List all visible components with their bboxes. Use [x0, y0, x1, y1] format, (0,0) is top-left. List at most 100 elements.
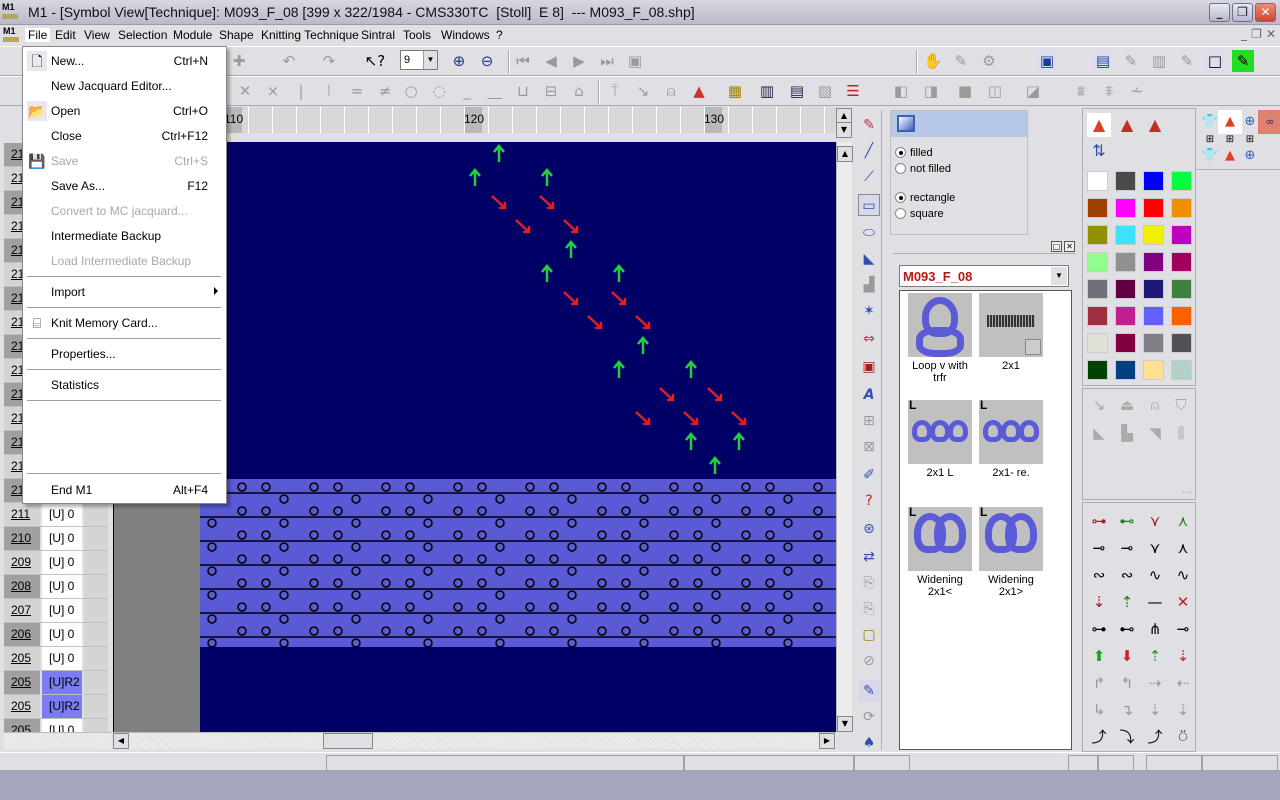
mdi-close-button[interactable]: ✕ — [1266, 27, 1276, 41]
stitch-symbol-icon[interactable]: ↰ — [1115, 671, 1139, 695]
next-icon[interactable]: ▶ — [568, 50, 590, 72]
tool-a-icon[interactable]: ◣ — [1087, 421, 1111, 445]
stitch-symbol-icon[interactable]: ⇣ — [1171, 644, 1195, 668]
menu-item-new[interactable]: 🗋 New... Ctrl+N — [23, 49, 226, 73]
row-grid-row[interactable]: 205 [U] 0 — [4, 647, 108, 671]
color-swatch[interactable] — [1143, 171, 1164, 191]
first-icon[interactable]: ⏮ — [512, 50, 534, 72]
color-swatch[interactable] — [1171, 171, 1192, 191]
row-grid-row[interactable]: 211 [U] 0 — [4, 503, 108, 527]
shirt-outline-icon[interactable]: ⛉ — [1169, 393, 1193, 417]
module-library-select[interactable]: M093_F_08 ▼ — [899, 265, 1069, 287]
stitch-symbol-icon[interactable]: — — [1143, 590, 1167, 614]
stitch-symbol-icon[interactable]: ⬇ — [1115, 644, 1139, 668]
row-value[interactable]: [U] 0 — [42, 527, 82, 550]
stitch-symbol-icon[interactable]: ⊸ — [1115, 536, 1139, 560]
menu-item-close[interactable]: Close Ctrl+F12 — [23, 124, 226, 148]
mirror-icon[interactable]: ⇔ — [858, 328, 880, 350]
cat-icon[interactable]: ♠ — [858, 732, 880, 754]
vertical-line-icon[interactable]: | — [290, 80, 312, 102]
mdi-restore-button[interactable]: ❐ — [1251, 27, 1262, 41]
stitch-symbol-icon[interactable]: ⇣ — [1143, 698, 1167, 722]
color-swatch[interactable] — [1171, 225, 1192, 245]
ellipse-icon[interactable]: ⬭ — [858, 222, 880, 244]
ruler-scroll-down[interactable]: ▼ — [836, 122, 852, 138]
pick-color-icon[interactable]: ✐ — [858, 464, 880, 486]
color-swatch[interactable] — [1115, 171, 1136, 191]
row-value[interactable]: [U] 0 — [42, 599, 82, 622]
color-swatch[interactable] — [1143, 333, 1164, 353]
color-swatch[interactable] — [1143, 252, 1164, 272]
color-bucket-icon[interactable]: ▲ — [688, 80, 710, 102]
stitch-symbol-icon[interactable]: ∿ — [1171, 563, 1195, 587]
machine-3-icon[interactable]: ⩪ — [1126, 80, 1148, 102]
stitch-symbol-icon[interactable]: ⋏ — [1171, 536, 1195, 560]
menu-shape[interactable]: Shape — [216, 28, 257, 42]
rectangle-icon[interactable]: ▭ — [858, 194, 880, 216]
stitch-symbol-icon[interactable]: ⊷ — [1115, 509, 1139, 533]
more-icon[interactable]: … — [1175, 479, 1199, 503]
horizontal-scrollbar[interactable]: ◀ ▶ — [113, 732, 836, 749]
stitch-symbol-icon[interactable]: ✕ — [1171, 590, 1195, 614]
layer-stitch-icon[interactable]: ▤ — [1092, 50, 1114, 72]
color-swatch[interactable] — [1171, 306, 1192, 326]
color-swatch[interactable] — [1143, 360, 1164, 380]
stitch-symbol-icon[interactable]: ∿ — [1143, 563, 1167, 587]
color-swatch[interactable] — [1087, 360, 1108, 380]
row-extra-cell[interactable] — [84, 623, 108, 646]
stitch-symbol-icon[interactable]: ⊸ — [1171, 617, 1195, 641]
module-item[interactable]: L 2x1 L — [905, 400, 975, 479]
color-swatch[interactable] — [1171, 360, 1192, 380]
selection-draw-icon[interactable]: ✎ — [858, 680, 880, 702]
row-grid-row[interactable]: 209 [U] 0 — [4, 551, 108, 575]
radio-not-filled[interactable]: not filled — [895, 163, 951, 175]
stitch-symbol-icon[interactable]: ↱ — [1087, 671, 1111, 695]
stitch-symbol-icon[interactable]: ⋔ — [1143, 617, 1167, 641]
stitch-symbol-icon[interactable]: ∾ — [1115, 563, 1139, 587]
color-swatch[interactable] — [1087, 198, 1108, 218]
row-adjust-icon[interactable]: ▤ — [786, 80, 808, 102]
stop-icon[interactable]: ▣ — [624, 50, 646, 72]
close-button[interactable]: ✕ — [1255, 3, 1276, 22]
row-number[interactable]: 205 — [4, 695, 40, 718]
delete-icon[interactable]: ⊠ — [858, 436, 880, 458]
color-swatch[interactable] — [1115, 279, 1136, 299]
layer-white-icon[interactable]: □ — [1204, 50, 1226, 72]
color-swatch[interactable] — [1115, 198, 1136, 218]
row-grid-row[interactable]: 205 [U]R2 — [4, 671, 108, 695]
color-swatch[interactable] — [1087, 333, 1108, 353]
horizontal-scroll-thumb[interactable] — [323, 733, 373, 749]
row-extra-cell[interactable] — [84, 527, 108, 550]
polygon-icon[interactable]: ◣ — [858, 248, 880, 270]
stairs-icon[interactable]: ⟋ — [858, 166, 880, 188]
color-swatch[interactable] — [1115, 360, 1136, 380]
zoom-out-icon[interactable]: ⊖ — [476, 50, 498, 72]
zoom-level-combo[interactable]: 9 ▼ — [400, 50, 438, 70]
color-swatch[interactable] — [1143, 279, 1164, 299]
color-swatch[interactable] — [1143, 198, 1164, 218]
zoom-in-icon[interactable]: ⊕ — [448, 50, 470, 72]
menu-sintral[interactable]: Sintral — [358, 28, 398, 42]
stitch-symbol-icon[interactable]: ⇣ — [1171, 698, 1195, 722]
replace-icon[interactable]: ⇄ — [858, 546, 880, 568]
equal-2-icon[interactable]: ≠ — [374, 80, 396, 102]
menu-item-import[interactable]: Import — [23, 280, 226, 304]
row-value[interactable]: [U] 0 — [42, 623, 82, 646]
row-height-icon[interactable]: ▥ — [756, 80, 778, 102]
bracket-icon[interactable]: ⊔ — [512, 80, 534, 102]
house-icon[interactable]: ⌂ — [568, 80, 590, 102]
menu-item-knit-memory-card[interactable]: ⌸ Knit Memory Card... — [23, 311, 226, 335]
merge-2-icon[interactable]: ◫ — [984, 80, 1006, 102]
line-icon[interactable]: ╱ — [858, 140, 880, 162]
menu-item-statistics[interactable]: Statistics — [23, 373, 226, 397]
row-extra-cell[interactable] — [84, 551, 108, 574]
scroll-right-button[interactable]: ▶ — [819, 733, 835, 749]
previous-icon[interactable]: ◀ — [540, 50, 562, 72]
stitch-symbol-icon[interactable]: ∾ — [1087, 563, 1111, 587]
equal-icon[interactable]: = — [346, 80, 368, 102]
vertical-line-2-icon[interactable]: ⦚ — [318, 80, 340, 102]
mdi-minimize-button[interactable]: _ — [1241, 27, 1247, 41]
row-value[interactable]: [U]R2 — [42, 695, 82, 718]
menu-module[interactable]: Module — [170, 28, 215, 42]
cross-icon[interactable]: ✕ — [234, 80, 256, 102]
